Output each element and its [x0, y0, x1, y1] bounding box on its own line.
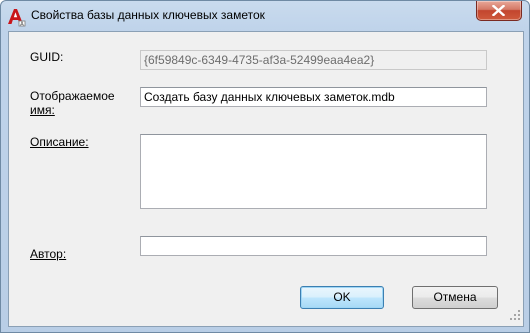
autocad-app-icon[interactable]: A [6, 7, 26, 27]
dialog-window: A Свойства базы данных ключевых заметок … [0, 0, 530, 333]
description-label: Описание: [30, 135, 89, 149]
display-name-label-line2: имя: [30, 103, 55, 117]
window-title: Свойства базы данных ключевых заметок [31, 8, 265, 22]
guid-label: GUID: [30, 50, 64, 64]
description-textarea[interactable] [140, 134, 487, 209]
close-icon [492, 5, 505, 16]
ok-button[interactable]: OK [300, 286, 384, 309]
author-input[interactable] [140, 236, 487, 256]
dialog-content: GUID: {6f59849c-6349-4735-af3a-52499eaa4… [8, 31, 524, 327]
author-label: Автор: [30, 247, 67, 261]
display-name-input[interactable]: Создать базу данных ключевых заметок.mdb [140, 87, 487, 107]
cancel-button[interactable]: Отмена [412, 286, 498, 309]
display-name-label-line1: Отображаемое [30, 89, 115, 103]
guid-field: {6f59849c-6349-4735-af3a-52499eaa4ea2} [140, 50, 487, 70]
svg-text:A: A [20, 21, 24, 27]
resize-grip-icon[interactable] [510, 310, 521, 324]
title-bar[interactable]: A Свойства базы данных ключевых заметок [1, 1, 529, 31]
display-name-label: Отображаемое имя: [30, 89, 130, 117]
close-button[interactable] [476, 1, 522, 21]
